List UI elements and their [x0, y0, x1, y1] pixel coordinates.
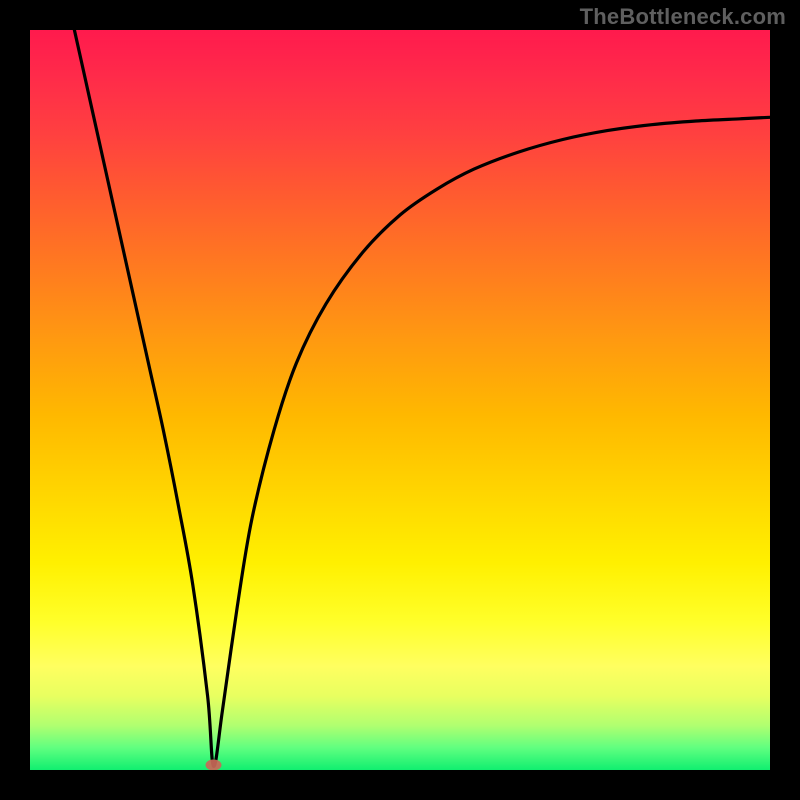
- chart-frame: TheBottleneck.com: [0, 0, 800, 800]
- plot-area: [30, 30, 770, 770]
- curve-path: [74, 30, 770, 766]
- optimum-marker: [206, 760, 222, 771]
- watermark-label: TheBottleneck.com: [580, 4, 786, 30]
- bottleneck-curve: [30, 30, 770, 770]
